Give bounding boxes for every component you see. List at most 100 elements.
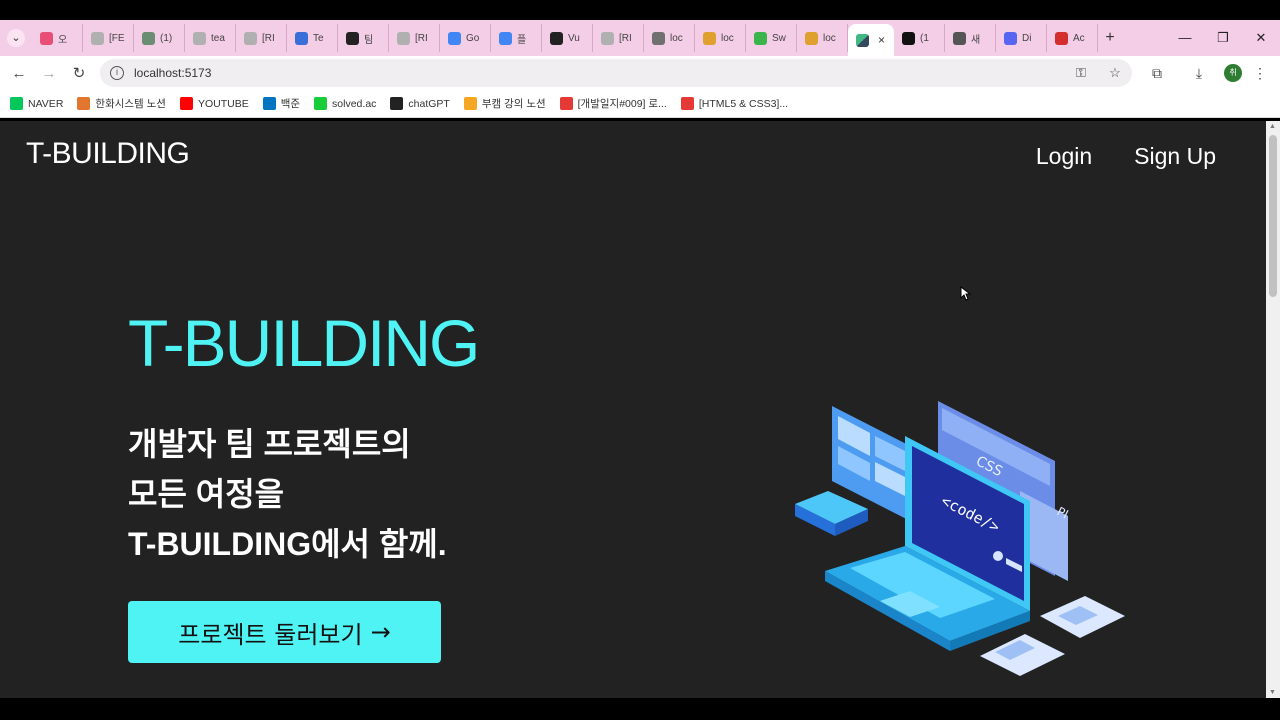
back-icon[interactable]: ← [4,65,34,82]
screen-bottom-border [0,698,1280,720]
tab-a-9[interactable]: 플 [491,24,542,52]
bookmark-favicon-icon [390,97,404,110]
password-key-icon[interactable]: ⚿ [1064,65,1098,81]
tab-favicon-icon [953,31,966,45]
site-logo[interactable]: T-BUILDING [26,137,190,171]
tab-a-13[interactable]: loc [695,24,746,52]
tab-a-2[interactable]: (1) [134,24,185,52]
tab-label: Go [466,32,480,44]
minimize-icon[interactable]: — [1166,30,1204,46]
tab-label: (1 [920,32,929,44]
signup-link[interactable]: Sign Up [1134,143,1216,170]
new-tab-button[interactable]: + [1098,29,1122,47]
tab-search-button[interactable]: ⌄ [0,20,32,56]
vue-logo-icon [856,33,869,47]
tab-a-10[interactable]: Vu [542,24,593,52]
bookmark-label: [HTML5 & CSS3]... [698,97,789,110]
tab-favicon-icon [40,31,53,45]
bookmark-favicon-icon [559,97,573,110]
close-tab-icon[interactable]: × [878,33,885,47]
bookmark-item[interactable]: YOUTUBE [179,97,249,110]
tab-label: [RI [262,32,275,44]
tab-favicon-icon [601,31,614,45]
paper-sheet-2 [980,634,1065,676]
scroll-up-icon[interactable]: ▲ [1269,123,1276,130]
tab-b-3[interactable]: Ac [1047,24,1098,52]
tab-a-5[interactable]: Te [287,24,338,52]
tab-a-1[interactable]: [FE [83,24,134,52]
reload-icon[interactable]: ↻ [64,64,94,82]
tab-label: Vu [568,32,580,44]
extensions-icon[interactable]: ⧉ [1140,65,1174,82]
bookmark-label: 백준 [280,98,301,110]
browser-tab-strip: ⌄ 오 [FE (1) tea [RI Te 팀 [RI Go 플 Vu [RI loc loc Sw loc… [0,20,1280,56]
tab-a-7[interactable]: [RI [389,24,440,52]
bookmark-favicon-icon [179,97,193,110]
hero-subtitle: 개발자 팀 프로젝트의 모든 여정을 T-BUILDING에서 함께. [128,419,447,569]
browser-toolbar: ← → ↻ i localhost:5173 ⚿ ☆ ⧉ ⤓ 취 ⋮ [0,56,1280,90]
bookmark-label: chatGPT [408,97,450,110]
tab-favicon-icon [244,31,257,45]
menu-kebab-icon[interactable]: ⋮ [1250,65,1270,82]
tab-favicon-icon [142,31,155,45]
bookmark-item[interactable]: 한화시스템 노션 [77,96,166,111]
laptop-code-illustration: CSS PI <code/> [795,401,1125,676]
bookmark-label: 부캠 강의 노션 [481,98,546,110]
tab-label: Te [313,32,324,44]
tab-label: [FE [109,32,125,44]
arrow-right-icon: → [370,618,391,646]
screen-top-border [0,0,1280,20]
tab-favicon-icon [499,31,512,45]
profile-avatar[interactable]: 취 [1224,64,1242,82]
bookmark-item[interactable]: NAVER [10,97,63,110]
tab-b-0[interactable]: (1 [894,24,945,52]
bookmark-favicon-icon [77,97,91,110]
tab-label: 팀 [364,34,374,46]
bookmark-label: YOUTUBE [197,97,249,110]
close-window-icon[interactable]: ✕ [1242,30,1280,46]
page-viewport: T-BUILDING Login Sign Up T-BUILDING 개발자 … [0,121,1266,698]
tab-list-after: (1 새 Di Ac [894,20,1098,56]
tab-a-4[interactable]: [RI [236,24,287,52]
scrollbar-thumb[interactable] [1269,135,1277,297]
tab-a-8[interactable]: Go [440,24,491,52]
download-icon[interactable]: ⤓ [1182,65,1216,82]
bookmark-item[interactable]: [개발일지#009] 로... [559,96,667,111]
bookmark-item[interactable]: solved.ac [314,97,376,110]
tab-a-3[interactable]: tea [185,24,236,52]
tab-b-2[interactable]: Di [996,24,1047,52]
bookmark-label: 한화시스템 노션 [95,98,166,110]
address-bar[interactable]: i localhost:5173 ⚿ ☆ [100,59,1132,87]
bookmark-item[interactable]: 백준 [262,96,301,111]
page-scrollbar[interactable]: ▲ ▼ [1266,121,1280,698]
tab-a-0[interactable]: 오 [32,24,83,52]
restore-icon[interactable]: ❐ [1204,30,1242,46]
login-link[interactable]: Login [1036,143,1092,170]
bookmark-favicon-icon [463,97,477,110]
bookmark-item[interactable]: 부캠 강의 노션 [463,96,546,111]
explore-projects-button[interactable]: 프로젝트 둘러보기 → [128,601,441,663]
tab-label: [RI [415,32,428,44]
window-controls: — ❐ ✕ [1166,30,1280,46]
tab-a-14[interactable]: Sw [746,24,797,52]
tab-a-6[interactable]: 팀 [338,24,389,52]
tab-favicon-icon [1004,31,1017,45]
site-info-icon[interactable]: i [110,66,124,80]
tab-a-12[interactable]: loc [644,24,695,52]
bookmark-item[interactable]: [HTML5 & CSS3]... [680,97,789,110]
tab-favicon-icon [805,31,818,45]
bookmark-item[interactable]: chatGPT [390,97,450,110]
tab-b-1[interactable]: 새 [945,24,996,52]
forward-icon[interactable]: → [34,65,64,82]
tab-a-11[interactable]: [RI [593,24,644,52]
tab-a-15[interactable]: loc [797,24,848,52]
bookmarks-bar: NAVER 한화시스템 노션 YOUTUBE 백준 solved.ac chatGPT 부캠… [0,90,1280,118]
bookmark-star-icon[interactable]: ☆ [1098,65,1132,81]
bookmark-label: solved.ac [332,97,377,110]
scroll-down-icon[interactable]: ▼ [1269,689,1276,696]
tab-favicon-icon [550,31,563,45]
tab-label: loc [670,32,683,44]
url-text[interactable]: localhost:5173 [134,66,1064,80]
tab-favicon-icon [295,31,308,45]
tab-active[interactable]: × [848,24,894,56]
